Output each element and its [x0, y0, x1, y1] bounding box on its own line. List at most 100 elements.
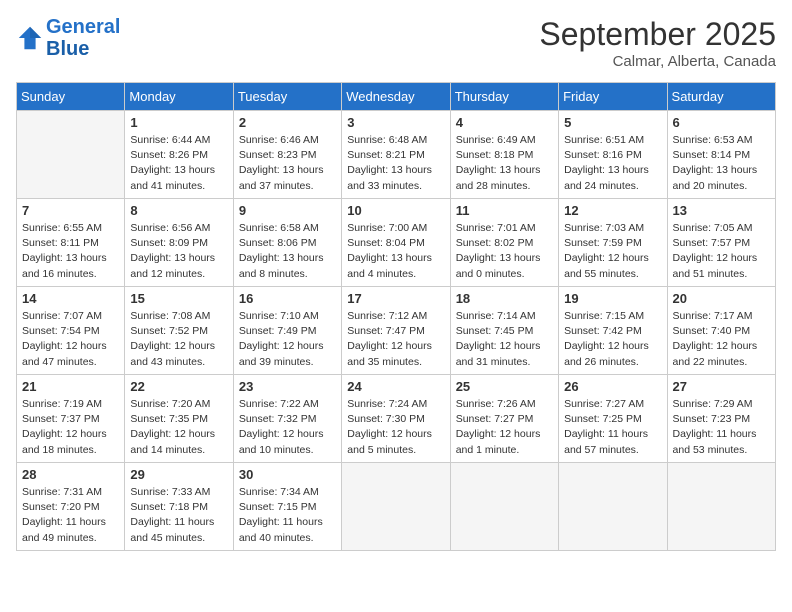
day-info: Sunrise: 6:49 AMSunset: 8:18 PMDaylight:… — [456, 133, 553, 194]
location: Calmar, Alberta, Canada — [539, 53, 776, 70]
table-cell: 24 Sunrise: 7:24 AMSunset: 7:30 PMDayligh… — [342, 375, 450, 463]
day-number: 5 — [564, 115, 661, 130]
day-info: Sunrise: 7:20 AMSunset: 7:35 PMDaylight:… — [130, 397, 227, 458]
logo-text-blue: Blue — [46, 38, 120, 60]
day-info: Sunrise: 7:19 AMSunset: 7:37 PMDaylight:… — [22, 397, 119, 458]
day-info: Sunrise: 7:00 AMSunset: 8:04 PMDaylight:… — [347, 221, 444, 282]
day-number: 13 — [673, 203, 770, 218]
table-cell: 1 Sunrise: 6:44 AMSunset: 8:26 PMDaylight… — [125, 111, 233, 199]
col-saturday: Saturday — [667, 83, 775, 111]
col-sunday: Sunday — [17, 83, 125, 111]
table-cell: 17Sunrise: 7:12 AMSunset: 7:47 PMDayligh… — [342, 287, 450, 375]
day-info: Sunrise: 6:58 AMSunset: 8:06 PMDaylight:… — [239, 221, 336, 282]
table-cell: 8 Sunrise: 6:56 AMSunset: 8:09 PMDaylight… — [125, 199, 233, 287]
day-info: Sunrise: 7:22 AMSunset: 7:32 PMDaylight:… — [239, 397, 336, 458]
day-number: 28 — [22, 467, 119, 482]
table-cell: 9 Sunrise: 6:58 AMSunset: 8:06 PMDaylight… — [233, 199, 341, 287]
title-block: September 2025 Calmar, Alberta, Canada — [539, 16, 776, 70]
day-info: Sunrise: 7:01 AMSunset: 8:02 PMDaylight:… — [456, 221, 553, 282]
day-number: 4 — [456, 115, 553, 130]
table-cell — [559, 463, 667, 551]
table-cell: 22Sunrise: 7:20 AMSunset: 7:35 PMDayligh… — [125, 375, 233, 463]
table-cell: 27Sunrise: 7:29 AMSunset: 7:23 PMDayligh… — [667, 375, 775, 463]
table-cell — [450, 463, 558, 551]
table-cell: 6 Sunrise: 6:53 AMSunset: 8:14 PMDaylight… — [667, 111, 775, 199]
table-cell: 25 Sunrise: 7:26 AMSunset: 7:27 PMDayligh… — [450, 375, 558, 463]
day-number: 1 — [130, 115, 227, 130]
table-cell: 5 Sunrise: 6:51 AMSunset: 8:16 PMDaylight… — [559, 111, 667, 199]
table-cell: 26 Sunrise: 7:27 AMSunset: 7:25 PMDayligh… — [559, 375, 667, 463]
day-number: 20 — [673, 291, 770, 306]
day-info: Sunrise: 7:31 AMSunset: 7:20 PMDaylight:… — [22, 485, 119, 546]
week-row-2: 7 Sunrise: 6:55 AMSunset: 8:11 PMDaylight… — [17, 199, 776, 287]
table-cell: 21 Sunrise: 7:19 AMSunset: 7:37 PMDayligh… — [17, 375, 125, 463]
day-number: 15 — [130, 291, 227, 306]
day-info: Sunrise: 7:07 AMSunset: 7:54 PMDaylight:… — [22, 309, 119, 370]
week-row-4: 21 Sunrise: 7:19 AMSunset: 7:37 PMDayligh… — [17, 375, 776, 463]
table-cell: 15Sunrise: 7:08 AMSunset: 7:52 PMDayligh… — [125, 287, 233, 375]
day-info: Sunrise: 7:33 AMSunset: 7:18 PMDaylight:… — [130, 485, 227, 546]
day-info: Sunrise: 6:55 AMSunset: 8:11 PMDaylight:… — [22, 221, 119, 282]
week-row-5: 28 Sunrise: 7:31 AMSunset: 7:20 PMDayligh… — [17, 463, 776, 551]
day-number: 14 — [22, 291, 119, 306]
logo-icon — [16, 24, 44, 52]
table-cell — [342, 463, 450, 551]
table-cell: 7 Sunrise: 6:55 AMSunset: 8:11 PMDaylight… — [17, 199, 125, 287]
day-info: Sunrise: 7:27 AMSunset: 7:25 PMDaylight:… — [564, 397, 661, 458]
table-cell: 12 Sunrise: 7:03 AMSunset: 7:59 PMDayligh… — [559, 199, 667, 287]
week-row-1: 1 Sunrise: 6:44 AMSunset: 8:26 PMDaylight… — [17, 111, 776, 199]
col-friday: Friday — [559, 83, 667, 111]
page-header: General Blue September 2025 Calmar, Albe… — [16, 16, 776, 70]
day-info: Sunrise: 7:17 AMSunset: 7:40 PMDaylight:… — [673, 309, 770, 370]
day-number: 16 — [239, 291, 336, 306]
day-number: 23 — [239, 379, 336, 394]
day-number: 8 — [130, 203, 227, 218]
table-cell: 16 Sunrise: 7:10 AMSunset: 7:49 PMDayligh… — [233, 287, 341, 375]
logo: General Blue — [16, 16, 120, 60]
day-number: 26 — [564, 379, 661, 394]
day-info: Sunrise: 6:46 AMSunset: 8:23 PMDaylight:… — [239, 133, 336, 194]
calendar-table: Sunday Monday Tuesday Wednesday Thursday… — [16, 82, 776, 551]
table-cell: 20 Sunrise: 7:17 AMSunset: 7:40 PMDayligh… — [667, 287, 775, 375]
table-cell: 30 Sunrise: 7:34 AMSunset: 7:15 PMDayligh… — [233, 463, 341, 551]
day-number: 21 — [22, 379, 119, 394]
table-cell — [17, 111, 125, 199]
day-info: Sunrise: 6:48 AMSunset: 8:21 PMDaylight:… — [347, 133, 444, 194]
column-headers: Sunday Monday Tuesday Wednesday Thursday… — [17, 83, 776, 111]
logo-text-general: General — [46, 16, 120, 38]
day-info: Sunrise: 6:44 AMSunset: 8:26 PMDaylight:… — [130, 133, 227, 194]
day-number: 17 — [347, 291, 444, 306]
day-number: 25 — [456, 379, 553, 394]
table-cell: 11 Sunrise: 7:01 AMSunset: 8:02 PMDayligh… — [450, 199, 558, 287]
day-info: Sunrise: 7:10 AMSunset: 7:49 PMDaylight:… — [239, 309, 336, 370]
day-number: 7 — [22, 203, 119, 218]
day-number: 11 — [456, 203, 553, 218]
day-number: 6 — [673, 115, 770, 130]
day-info: Sunrise: 7:24 AMSunset: 7:30 PMDaylight:… — [347, 397, 444, 458]
day-info: Sunrise: 7:29 AMSunset: 7:23 PMDaylight:… — [673, 397, 770, 458]
day-number: 24 — [347, 379, 444, 394]
day-info: Sunrise: 7:03 AMSunset: 7:59 PMDaylight:… — [564, 221, 661, 282]
day-info: Sunrise: 6:53 AMSunset: 8:14 PMDaylight:… — [673, 133, 770, 194]
day-number: 2 — [239, 115, 336, 130]
day-number: 18 — [456, 291, 553, 306]
table-cell: 3Sunrise: 6:48 AMSunset: 8:21 PMDaylight… — [342, 111, 450, 199]
day-number: 30 — [239, 467, 336, 482]
table-cell: 19 Sunrise: 7:15 AMSunset: 7:42 PMDayligh… — [559, 287, 667, 375]
month-title: September 2025 — [539, 16, 776, 53]
table-cell: 10 Sunrise: 7:00 AMSunset: 8:04 PMDayligh… — [342, 199, 450, 287]
table-cell: 18Sunrise: 7:14 AMSunset: 7:45 PMDayligh… — [450, 287, 558, 375]
day-info: Sunrise: 6:56 AMSunset: 8:09 PMDaylight:… — [130, 221, 227, 282]
day-number: 9 — [239, 203, 336, 218]
day-info: Sunrise: 7:34 AMSunset: 7:15 PMDaylight:… — [239, 485, 336, 546]
table-cell: 2 Sunrise: 6:46 AMSunset: 8:23 PMDaylight… — [233, 111, 341, 199]
day-info: Sunrise: 7:26 AMSunset: 7:27 PMDaylight:… — [456, 397, 553, 458]
col-tuesday: Tuesday — [233, 83, 341, 111]
day-number: 19 — [564, 291, 661, 306]
day-info: Sunrise: 6:51 AMSunset: 8:16 PMDaylight:… — [564, 133, 661, 194]
day-info: Sunrise: 7:15 AMSunset: 7:42 PMDaylight:… — [564, 309, 661, 370]
day-number: 12 — [564, 203, 661, 218]
table-cell: 4 Sunrise: 6:49 AMSunset: 8:18 PMDaylight… — [450, 111, 558, 199]
day-number: 10 — [347, 203, 444, 218]
table-cell: 14 Sunrise: 7:07 AMSunset: 7:54 PMDayligh… — [17, 287, 125, 375]
